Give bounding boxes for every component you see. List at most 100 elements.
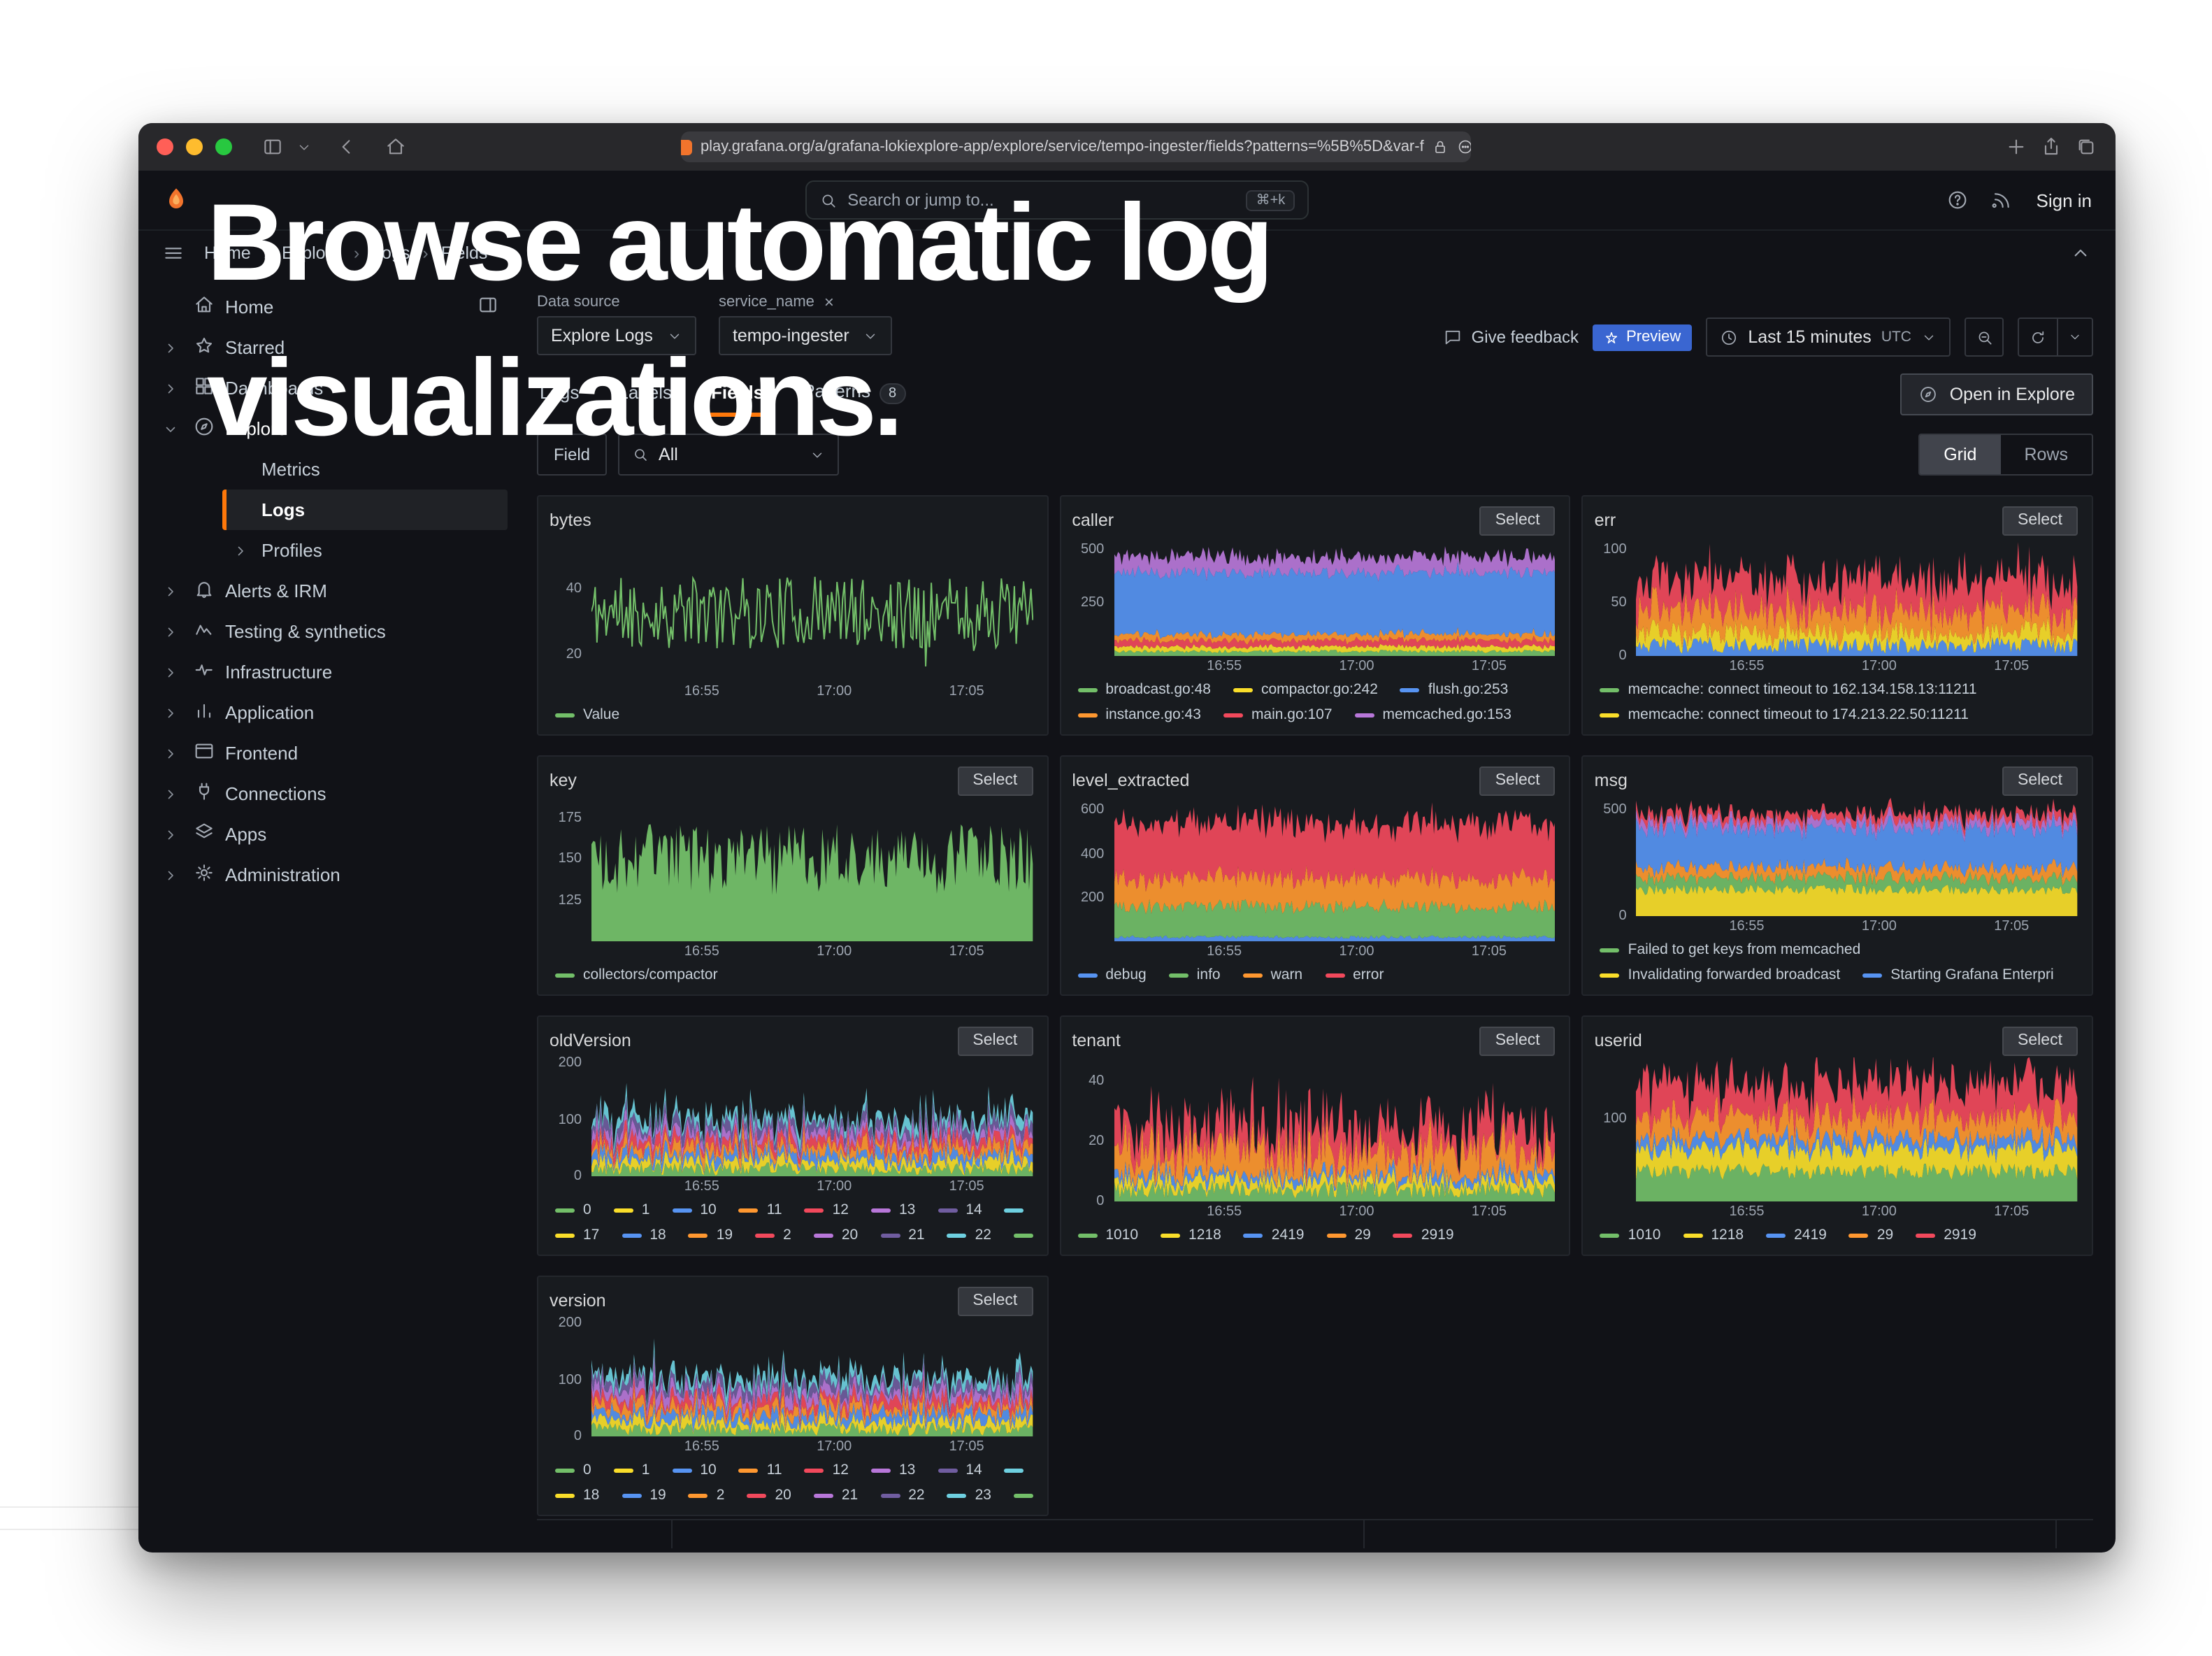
legend-item[interactable]: collectors/compactor bbox=[555, 966, 718, 983]
legend-item[interactable]: 21 bbox=[880, 1227, 924, 1243]
home-icon[interactable] bbox=[385, 136, 407, 158]
plot-area[interactable] bbox=[591, 797, 1033, 941]
legend-item[interactable]: 21 bbox=[814, 1487, 858, 1504]
close-window-button[interactable] bbox=[157, 138, 173, 155]
sidebar-item-logs[interactable]: Logs bbox=[222, 490, 508, 530]
legend-item[interactable]: 14 bbox=[938, 1462, 982, 1478]
legend-item[interactable]: 13 bbox=[871, 1462, 915, 1478]
ellipsis-icon[interactable] bbox=[1458, 138, 1471, 155]
legend-item[interactable]: 18 bbox=[622, 1227, 666, 1243]
plot-area[interactable] bbox=[1114, 537, 1555, 656]
legend-item[interactable]: instance.go:43 bbox=[1077, 706, 1201, 723]
legend-item[interactable]: 0 bbox=[555, 1201, 591, 1218]
sidebar-item-frontend[interactable]: Frontend bbox=[150, 733, 508, 773]
select-button[interactable]: Select bbox=[2002, 1026, 2078, 1055]
legend-item[interactable]: Failed to get keys from memcached bbox=[1600, 941, 1861, 958]
legend-item[interactable]: flush.go:253 bbox=[1400, 681, 1508, 698]
select-button[interactable]: Select bbox=[1480, 766, 1556, 795]
legend-item[interactable]: 1 bbox=[614, 1201, 650, 1218]
plot-area[interactable] bbox=[1637, 1057, 2078, 1201]
select-button[interactable]: Select bbox=[2002, 766, 2078, 795]
plot-area[interactable] bbox=[1114, 797, 1555, 941]
legend-item[interactable]: 12 bbox=[805, 1462, 849, 1478]
select-button[interactable]: Select bbox=[957, 1286, 1033, 1315]
give-feedback-button[interactable]: Give feedback bbox=[1444, 327, 1579, 347]
help-icon[interactable] bbox=[1947, 189, 1969, 211]
legend-item[interactable]: compactor.go:242 bbox=[1233, 681, 1378, 698]
legend-item[interactable]: 13 bbox=[871, 1201, 915, 1218]
legend-item[interactable]: 22 bbox=[947, 1227, 991, 1243]
plot-area[interactable] bbox=[591, 537, 1033, 681]
news-icon[interactable] bbox=[1992, 189, 2014, 211]
legend-item[interactable]: 22 bbox=[880, 1487, 924, 1504]
sidebar-item-connections[interactable]: Connections bbox=[150, 773, 508, 814]
select-button[interactable]: Select bbox=[2002, 506, 2078, 535]
legend-item[interactable]: 1010 bbox=[1600, 1227, 1661, 1243]
sidebar-item-application[interactable]: Application bbox=[150, 692, 508, 733]
chevron-down-icon[interactable] bbox=[296, 139, 312, 155]
legend-item[interactable]: 17 bbox=[555, 1227, 599, 1243]
legend-item[interactable]: memcache: connect timeout to 174.213.22.… bbox=[1600, 706, 1969, 723]
collapse-chevron-icon[interactable] bbox=[2069, 242, 2092, 264]
legend-item[interactable]: 24 bbox=[1014, 1487, 1033, 1504]
legend-item[interactable]: 2919 bbox=[1393, 1227, 1454, 1243]
legend-item[interactable]: main.go:107 bbox=[1223, 706, 1333, 723]
new-tab-icon[interactable] bbox=[2005, 136, 2027, 158]
legend-item[interactable]: memcache: connect timeout to 162.134.158… bbox=[1600, 681, 1977, 698]
legend-item[interactable]: 2919 bbox=[1916, 1227, 1976, 1243]
sidebar-item-infrastructure[interactable]: Infrastructure bbox=[150, 652, 508, 692]
zoom-out-button[interactable] bbox=[1965, 317, 2004, 357]
legend-item[interactable]: 10 bbox=[672, 1462, 716, 1478]
sidebar-item-alerts-irm[interactable]: Alerts & IRM bbox=[150, 571, 508, 611]
refresh-button[interactable] bbox=[2018, 317, 2093, 357]
select-button[interactable]: Select bbox=[1480, 1026, 1556, 1055]
plot-area[interactable] bbox=[591, 1318, 1033, 1436]
legend-item[interactable]: 19 bbox=[689, 1227, 733, 1243]
menu-icon[interactable] bbox=[162, 242, 185, 264]
legend-item[interactable]: 23 bbox=[1014, 1227, 1033, 1243]
open-in-explore-button[interactable]: Open in Explore bbox=[1901, 373, 2093, 415]
select-button[interactable]: Select bbox=[957, 766, 1033, 795]
legend-item[interactable]: 19 bbox=[622, 1487, 666, 1504]
legend-item[interactable]: 1010 bbox=[1077, 1227, 1138, 1243]
time-range-picker[interactable]: Last 15 minutes UTC bbox=[1706, 317, 1951, 357]
legend-item[interactable]: 12 bbox=[805, 1201, 849, 1218]
sidebar-item-apps[interactable]: Apps bbox=[150, 814, 508, 855]
legend-item[interactable]: 11 bbox=[739, 1462, 782, 1478]
legend-item[interactable]: 29 bbox=[1326, 1227, 1370, 1243]
legend-item[interactable]: 15 bbox=[1005, 1201, 1033, 1218]
back-icon[interactable] bbox=[336, 136, 358, 158]
plot-area[interactable] bbox=[591, 1057, 1033, 1176]
legend-item[interactable]: 2 bbox=[689, 1487, 725, 1504]
legend-item[interactable]: 1 bbox=[614, 1462, 650, 1478]
legend-item[interactable]: 29 bbox=[1849, 1227, 1893, 1243]
sidebar-item-testing-synthetics[interactable]: Testing & synthetics bbox=[150, 611, 508, 652]
legend-item[interactable]: Value bbox=[555, 706, 619, 723]
legend-item[interactable]: 2419 bbox=[1766, 1227, 1827, 1243]
plot-area[interactable] bbox=[1637, 537, 2078, 656]
legend-item[interactable]: 0 bbox=[555, 1462, 591, 1478]
legend-item[interactable]: 11 bbox=[739, 1201, 782, 1218]
legend-item[interactable]: 23 bbox=[947, 1487, 991, 1504]
select-button[interactable]: Select bbox=[957, 1026, 1033, 1055]
legend-item[interactable]: broadcast.go:48 bbox=[1077, 681, 1211, 698]
share-icon[interactable] bbox=[2040, 136, 2062, 158]
legend-item[interactable]: 2 bbox=[755, 1227, 791, 1243]
legend-item[interactable]: 1218 bbox=[1683, 1227, 1744, 1243]
legend-item[interactable]: 10 bbox=[672, 1201, 716, 1218]
legend-item[interactable]: 18 bbox=[555, 1487, 599, 1504]
zoom-window-button[interactable] bbox=[215, 138, 232, 155]
minimize-window-button[interactable] bbox=[186, 138, 203, 155]
sign-in-button[interactable]: Sign in bbox=[2037, 190, 2092, 210]
legend-item[interactable]: warn bbox=[1243, 966, 1303, 983]
legend-item[interactable]: memcached.go:153 bbox=[1355, 706, 1511, 723]
legend-item[interactable]: Invalidating forwarded broadcast bbox=[1600, 966, 1841, 983]
legend-item[interactable]: 2419 bbox=[1244, 1227, 1305, 1243]
legend-item[interactable]: debug bbox=[1077, 966, 1146, 983]
sidebar-toggle-icon[interactable] bbox=[261, 136, 284, 158]
sidebar-item-administration[interactable]: Administration bbox=[150, 855, 508, 895]
rows-toggle[interactable]: Rows bbox=[2000, 435, 2092, 474]
legend-item[interactable]: Starting Grafana Enterpri bbox=[1862, 966, 2053, 983]
plot-area[interactable] bbox=[1114, 1057, 1555, 1201]
legend-item[interactable]: 20 bbox=[814, 1227, 858, 1243]
